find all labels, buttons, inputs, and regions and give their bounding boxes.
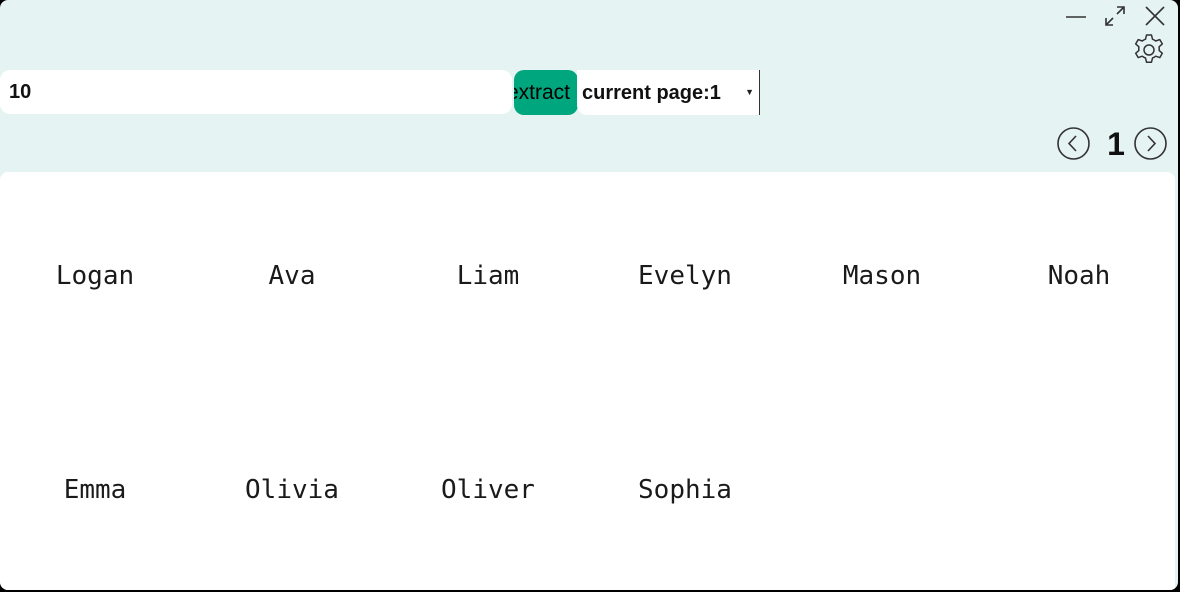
count-input[interactable] <box>0 70 512 114</box>
maximize-icon <box>1105 6 1125 26</box>
close-button[interactable] <box>1143 4 1167 28</box>
name-item[interactable]: Oliver <box>408 473 568 507</box>
settings-button[interactable] <box>1131 32 1167 68</box>
name-item[interactable]: Emma <box>15 473 175 507</box>
app-window: extract current page:1 ▼ 1 Logan Ava Lia… <box>0 0 1178 590</box>
name-item[interactable]: Sophia <box>605 473 765 507</box>
page-select-value: current page:1 <box>582 82 721 104</box>
minimize-button[interactable] <box>1064 4 1088 28</box>
page-select[interactable]: current page:1 ▼ <box>577 70 760 115</box>
name-item[interactable]: Ava <box>212 259 372 293</box>
name-item[interactable]: Logan <box>15 259 175 293</box>
name-item[interactable]: Evelyn <box>605 259 765 293</box>
chevron-right-circle-icon <box>1134 127 1167 160</box>
names-panel: Logan Ava Liam Evelyn Mason Noah Emma Ol… <box>0 172 1175 590</box>
gear-icon <box>1134 34 1164 63</box>
current-page-number: 1 <box>1107 126 1125 162</box>
name-item[interactable]: Mason <box>802 259 962 293</box>
name-item[interactable]: Olivia <box>212 473 372 507</box>
chevron-left-circle-icon <box>1057 127 1090 160</box>
close-icon <box>1145 6 1165 26</box>
minimize-icon <box>1066 16 1086 18</box>
extract-button[interactable]: extract <box>514 70 578 115</box>
maximize-button[interactable] <box>1103 4 1127 28</box>
name-item[interactable]: Noah <box>999 259 1159 293</box>
next-page-button[interactable] <box>1133 126 1168 161</box>
chevron-down-icon: ▼ <box>745 87 754 97</box>
prev-page-button[interactable] <box>1056 126 1091 161</box>
name-item[interactable]: Liam <box>408 259 568 293</box>
